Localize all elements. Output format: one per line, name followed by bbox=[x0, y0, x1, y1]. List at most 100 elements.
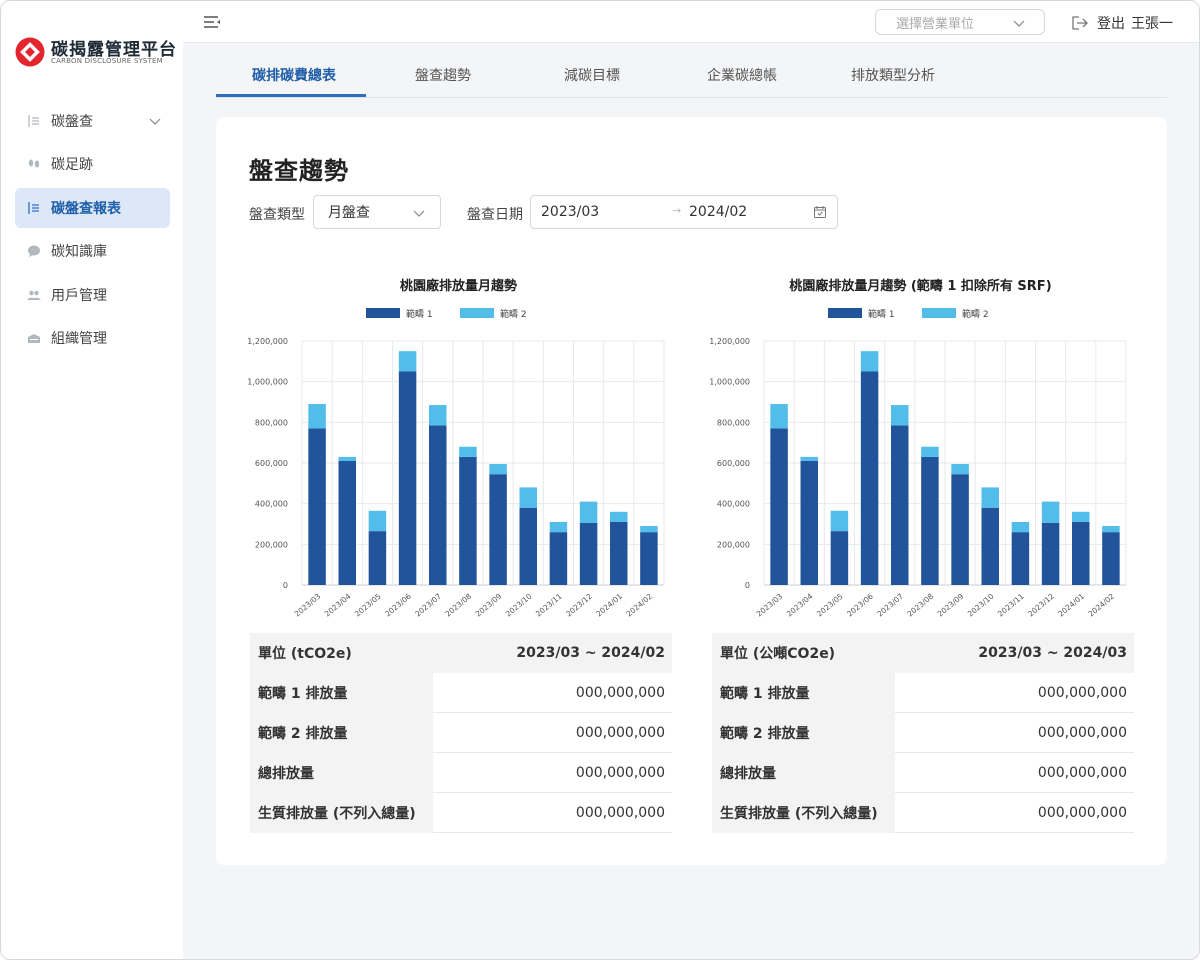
tab-inventory-trend[interactable]: 盤查趨勢 bbox=[415, 65, 471, 85]
bar-segment[interactable] bbox=[921, 456, 939, 585]
bar-segment[interactable] bbox=[951, 474, 969, 585]
date-range-picker[interactable]: 2023/03 → 2024/02 bbox=[530, 195, 838, 229]
sidebar-item-carbon-inventory[interactable]: 碳盤查 bbox=[15, 101, 170, 141]
bar-segment[interactable] bbox=[459, 456, 477, 585]
y-tick-label: 1,200,000 bbox=[709, 337, 750, 346]
legend-swatch[interactable] bbox=[922, 308, 956, 318]
y-tick-label: 800,000 bbox=[255, 418, 288, 427]
bar-segment[interactable] bbox=[1011, 521, 1030, 533]
app-subtitle: CARBON DISCLOSURE SYSTEM bbox=[51, 57, 163, 65]
bar-segment[interactable] bbox=[981, 507, 999, 585]
summary-table-1: 單位 (tCO2e) 2023/03 ~ 2024/02 範疇 1 排放量 00… bbox=[250, 633, 672, 833]
bar-segment[interactable] bbox=[338, 456, 356, 461]
bar-segment[interactable] bbox=[860, 351, 879, 372]
bar-segment[interactable] bbox=[308, 404, 326, 429]
table-row: 總排放量 000,000,000 bbox=[712, 753, 1134, 793]
logout-label: 登出 bbox=[1097, 16, 1125, 32]
menu-collapse-icon[interactable] bbox=[203, 15, 221, 29]
bar-segment[interactable] bbox=[891, 425, 909, 585]
bar-segment[interactable] bbox=[770, 428, 788, 585]
tab-corporate-carbon-ledger[interactable]: 企業碳總帳 bbox=[707, 65, 777, 85]
bar-segment[interactable] bbox=[368, 510, 387, 532]
calendar-icon[interactable] bbox=[813, 205, 827, 219]
bar-segment[interactable] bbox=[1072, 511, 1090, 522]
bar-segment[interactable] bbox=[459, 446, 477, 457]
chevron-down-icon bbox=[1013, 20, 1025, 27]
business-unit-select[interactable]: 選擇營業單位 bbox=[875, 9, 1045, 35]
bar-segment[interactable] bbox=[610, 521, 628, 585]
bar-segment[interactable] bbox=[579, 522, 598, 585]
bar-segment[interactable] bbox=[1072, 521, 1090, 585]
list-icon bbox=[27, 114, 41, 128]
bar-segment[interactable] bbox=[1041, 501, 1060, 523]
bar-segment[interactable] bbox=[429, 425, 447, 585]
logout-icon bbox=[1072, 16, 1088, 30]
bar-segment[interactable] bbox=[1041, 522, 1060, 585]
date-start[interactable]: 2023/03 bbox=[541, 204, 599, 220]
bar-segment[interactable] bbox=[921, 446, 939, 457]
bar-segment[interactable] bbox=[891, 405, 909, 426]
table-row: 範疇 2 排放量 000,000,000 bbox=[250, 713, 672, 753]
inventory-type-select[interactable]: 月盤查 bbox=[313, 195, 441, 229]
chevron-down-icon bbox=[149, 118, 161, 125]
period-value: 2023/03 ~ 2024/02 bbox=[516, 645, 665, 661]
sidebar-item-inventory-report[interactable]: 碳盤查報表 bbox=[15, 187, 170, 228]
x-tick-label: 2023/04 bbox=[785, 592, 815, 619]
bar-segment[interactable] bbox=[800, 460, 818, 585]
sidebar-item-user-management[interactable]: 用戶管理 bbox=[15, 275, 170, 315]
logout-button[interactable]: 登出 王張一 bbox=[1071, 13, 1173, 33]
bar-segment[interactable] bbox=[951, 464, 969, 475]
stacked-bar-chart: 範疇 1 範疇 2 0 200,000 400,000 600,000 800,000 1,0… bbox=[247, 308, 665, 619]
x-tick-label: 2024/02 bbox=[625, 592, 655, 619]
unit-label: 單位 (tCO2e) bbox=[250, 633, 433, 673]
bar-segment[interactable] bbox=[830, 531, 849, 585]
tab-emission-type-analysis[interactable]: 排放類型分析 bbox=[851, 65, 935, 85]
x-tick-label: 2023/06 bbox=[383, 592, 413, 619]
bar-segment[interactable] bbox=[549, 521, 568, 533]
bar-segment[interactable] bbox=[308, 428, 326, 585]
chart-panel-1: 桃園廠排放量月趨勢 範疇 1 範疇 2 0 200,000 400,000 600,000… bbox=[246, 267, 671, 637]
logo[interactable]: 碳揭露管理平台 CARBON DISCLOSURE SYSTEM bbox=[15, 35, 176, 71]
date-end[interactable]: 2024/02 bbox=[689, 204, 747, 220]
row-label: 範疇 1 排放量 bbox=[250, 673, 433, 713]
x-tick-label: 2023/11 bbox=[534, 592, 564, 619]
bar-segment[interactable] bbox=[398, 371, 417, 586]
x-tick-label: 2023/09 bbox=[936, 592, 966, 619]
legend-swatch[interactable] bbox=[828, 308, 862, 318]
bar-segment[interactable] bbox=[1102, 526, 1120, 533]
topbar: 選擇營業單位 登出 王張一 bbox=[183, 1, 1199, 43]
bar-segment[interactable] bbox=[830, 510, 849, 532]
footprint-icon bbox=[27, 157, 41, 171]
bar-segment[interactable] bbox=[981, 487, 999, 508]
bar-segment[interactable] bbox=[489, 474, 507, 585]
bar-segment[interactable] bbox=[579, 501, 598, 523]
bar-segment[interactable] bbox=[429, 405, 447, 426]
tab-reduction-target[interactable]: 減碳目標 bbox=[564, 65, 620, 85]
bar-segment[interactable] bbox=[770, 404, 788, 429]
legend-swatch[interactable] bbox=[460, 308, 494, 318]
chart-panel-2: 桃園廠排放量月趨勢 (範疇 1 扣除所有 SRF) 範疇 1 範疇 2 0 200,0… bbox=[708, 267, 1133, 637]
bar-segment[interactable] bbox=[368, 531, 387, 585]
bar-segment[interactable] bbox=[800, 456, 818, 461]
bar-segment[interactable] bbox=[519, 487, 537, 508]
bar-segment[interactable] bbox=[519, 507, 537, 585]
sidebar-item-carbon-footprint[interactable]: 碳足跡 bbox=[15, 144, 170, 184]
users-icon bbox=[27, 288, 41, 302]
bar-segment[interactable] bbox=[1102, 532, 1120, 585]
bar-segment[interactable] bbox=[398, 351, 417, 372]
tab-emissions-fee-summary[interactable]: 碳排碳費總表 bbox=[252, 65, 336, 85]
bar-segment[interactable] bbox=[640, 526, 658, 533]
bar-segment[interactable] bbox=[860, 371, 879, 586]
bar-segment[interactable] bbox=[338, 460, 356, 585]
legend-label: 範疇 2 bbox=[500, 308, 527, 320]
sidebar-item-knowledge-base[interactable]: 碳知識庫 bbox=[15, 231, 170, 271]
bar-segment[interactable] bbox=[549, 532, 568, 585]
bar-segment[interactable] bbox=[640, 532, 658, 585]
sidebar-item-organization-management[interactable]: 組織管理 bbox=[15, 318, 170, 358]
bar-segment[interactable] bbox=[610, 511, 628, 522]
bar-segment[interactable] bbox=[489, 464, 507, 475]
x-tick-label: 2023/08 bbox=[444, 592, 474, 619]
bar-segment[interactable] bbox=[1011, 532, 1030, 585]
legend-swatch[interactable] bbox=[366, 308, 400, 318]
sidebar-item-label: 碳知識庫 bbox=[51, 244, 107, 261]
